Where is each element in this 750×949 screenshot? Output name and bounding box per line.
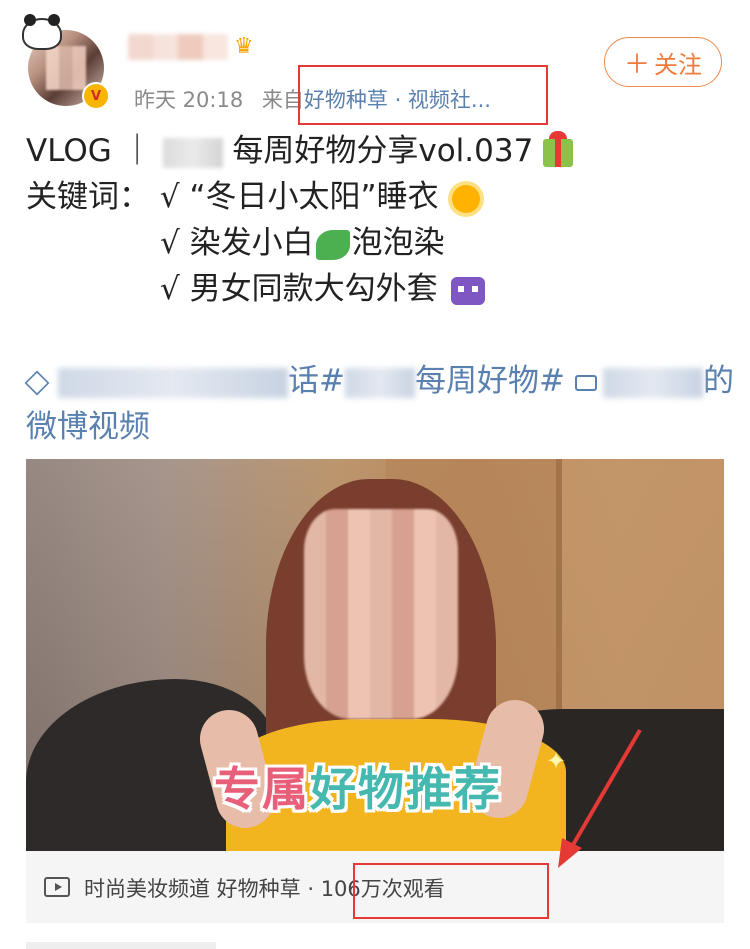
verified-badge-icon: V xyxy=(82,82,110,110)
post-header: V ♛ 昨天 20:18 来自好物种草 · 视频社... ＋ 关注 xyxy=(0,0,750,125)
annotation-arrow-icon xyxy=(558,728,642,868)
plus-icon: ＋ xyxy=(623,49,650,80)
keyword-line-2: √ 染发小白 泡泡染 xyxy=(160,220,445,266)
blurred-topic-2[interactable] xyxy=(344,367,415,398)
video-person-face-blurred xyxy=(304,509,458,719)
follow-label: 关注 xyxy=(654,50,702,79)
annotation-box-source xyxy=(298,65,548,125)
topic-3[interactable]: 的 xyxy=(703,363,734,399)
gift-icon xyxy=(543,130,574,167)
blurred-topic[interactable] xyxy=(58,367,288,398)
keyword-2b: 泡泡染 xyxy=(351,225,445,261)
topic-line-2[interactable]: 微博视频 xyxy=(26,404,150,450)
keyword-1: √ “冬日小太阳”睡衣 xyxy=(159,179,439,215)
alien-icon xyxy=(451,276,486,305)
blurred-name xyxy=(162,137,223,168)
username-blurred[interactable] xyxy=(128,34,228,60)
keyword-3: √ 男女同款大勾外套 xyxy=(160,271,438,307)
avatar-container[interactable]: V xyxy=(22,14,110,110)
topic-line-1: 话# 每周好物# 的 xyxy=(24,358,734,404)
caption-part-1: 专属 xyxy=(214,762,310,816)
topic-2[interactable]: 每周好物# xyxy=(415,363,565,399)
follow-button[interactable]: ＋ 关注 xyxy=(604,37,722,87)
panda-icon xyxy=(22,14,62,50)
post-title-line: VLOG ｜ 每周好物分享vol.037 xyxy=(26,128,574,174)
post-time: 昨天 20:18 xyxy=(134,88,244,112)
bottom-divider xyxy=(26,942,216,949)
blurred-author[interactable] xyxy=(602,367,703,398)
annotation-box-views xyxy=(353,863,549,919)
keyword-line-1: 关键词： √ “冬日小太阳”睡衣 xyxy=(26,174,481,220)
diamond-icon xyxy=(24,370,50,395)
keyword-line-3: √ 男女同款大勾外套 xyxy=(160,266,486,312)
play-icon xyxy=(44,877,70,897)
video-caption: 专属好物推荐 xyxy=(214,753,502,819)
sun-icon xyxy=(452,184,481,213)
caption-part-2: 好物推荐 xyxy=(310,762,502,816)
title-prefix: VLOG ｜ xyxy=(26,133,153,169)
topic-1[interactable]: 话# xyxy=(288,363,345,399)
keyword-2a: √ 染发小白 xyxy=(160,225,314,261)
video-camera-icon xyxy=(574,374,597,391)
crown-icon: ♛ xyxy=(234,34,254,59)
title-suffix: 每周好物分享vol.037 xyxy=(232,133,534,169)
keyword-label: 关键词： xyxy=(26,179,150,215)
lettuce-icon xyxy=(315,229,350,260)
weibo-video-link[interactable]: 微博视频 xyxy=(26,409,150,445)
